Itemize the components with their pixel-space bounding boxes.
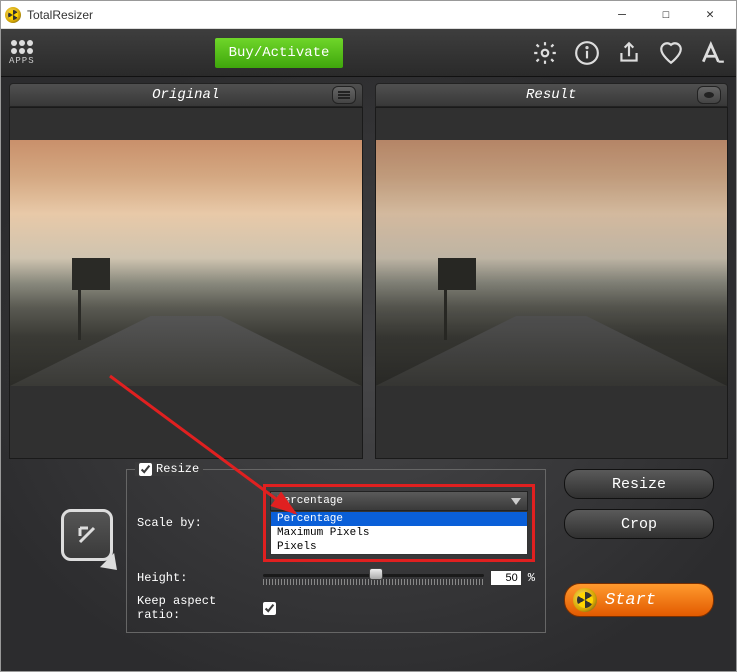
app-icon: [5, 7, 21, 23]
action-buttons: Resize Crop Start: [564, 469, 720, 617]
close-button[interactable]: ✕: [688, 2, 732, 28]
keep-ratio-checkbox[interactable]: [263, 602, 276, 615]
scale-by-label: Scale by:: [137, 516, 257, 530]
height-unit: %: [528, 571, 535, 585]
popup-expand-button[interactable]: [61, 509, 113, 561]
app-window: TotalResizer — ☐ ✕ APPS Buy/Activate: [0, 0, 737, 672]
resize-title: Resize: [156, 462, 199, 476]
buy-activate-button[interactable]: Buy/Activate: [215, 38, 344, 68]
heart-icon[interactable]: [656, 38, 686, 68]
font-icon[interactable]: [698, 38, 728, 68]
window-title: TotalResizer: [27, 8, 93, 22]
original-label: Original: [152, 87, 219, 103]
scale-by-dropdown-list: Percentage Maximum Pixels Pixels: [270, 511, 528, 555]
dropdown-option-pixels[interactable]: Pixels: [271, 540, 527, 554]
result-image-area[interactable]: [375, 107, 729, 459]
main-toolbar: APPS Buy/Activate: [1, 29, 736, 77]
apps-label: APPS: [9, 56, 35, 66]
height-value-input[interactable]: [490, 570, 522, 586]
result-header: Result: [375, 83, 729, 107]
maximize-button[interactable]: ☐: [644, 2, 688, 28]
resize-panel: Resize Scale by: Percentage Percentage M…: [126, 469, 546, 633]
apps-button[interactable]: APPS: [9, 40, 35, 66]
dropdown-option-maximum-pixels[interactable]: Maximum Pixels: [271, 526, 527, 540]
start-button-icon: [573, 588, 597, 612]
height-slider[interactable]: [263, 570, 484, 586]
result-preview: Result: [375, 83, 729, 459]
scale-by-dropdown-highlight: Percentage Percentage Maximum Pixels Pix…: [263, 484, 535, 562]
original-image-area[interactable]: [9, 107, 363, 459]
minimize-button[interactable]: —: [600, 2, 644, 28]
eye-view-icon[interactable]: [697, 86, 721, 104]
height-label: Height:: [137, 571, 257, 585]
list-view-icon[interactable]: [332, 86, 356, 104]
original-preview: Original: [9, 83, 363, 459]
share-icon[interactable]: [614, 38, 644, 68]
titlebar: TotalResizer — ☐ ✕: [1, 1, 736, 29]
settings-icon[interactable]: [530, 38, 560, 68]
resize-panel-header: Resize: [135, 462, 203, 476]
preview-row: Original Result: [9, 83, 728, 459]
original-header: Original: [9, 83, 363, 107]
start-label: Start: [605, 591, 656, 610]
crop-button[interactable]: Crop: [564, 509, 714, 539]
dropdown-option-percentage[interactable]: Percentage: [271, 512, 527, 526]
resize-button[interactable]: Resize: [564, 469, 714, 499]
scale-by-dropdown[interactable]: Percentage: [270, 491, 528, 511]
info-icon[interactable]: [572, 38, 602, 68]
controls-row: Resize Scale by: Percentage Percentage M…: [9, 469, 728, 633]
start-button[interactable]: Start: [564, 583, 714, 617]
height-slider-thumb[interactable]: [369, 568, 383, 580]
result-label: Result: [526, 87, 576, 103]
content-area: Original Result: [1, 77, 736, 671]
resize-enable-checkbox[interactable]: [139, 463, 152, 476]
keep-ratio-label: Keep aspect ratio:: [137, 594, 257, 622]
